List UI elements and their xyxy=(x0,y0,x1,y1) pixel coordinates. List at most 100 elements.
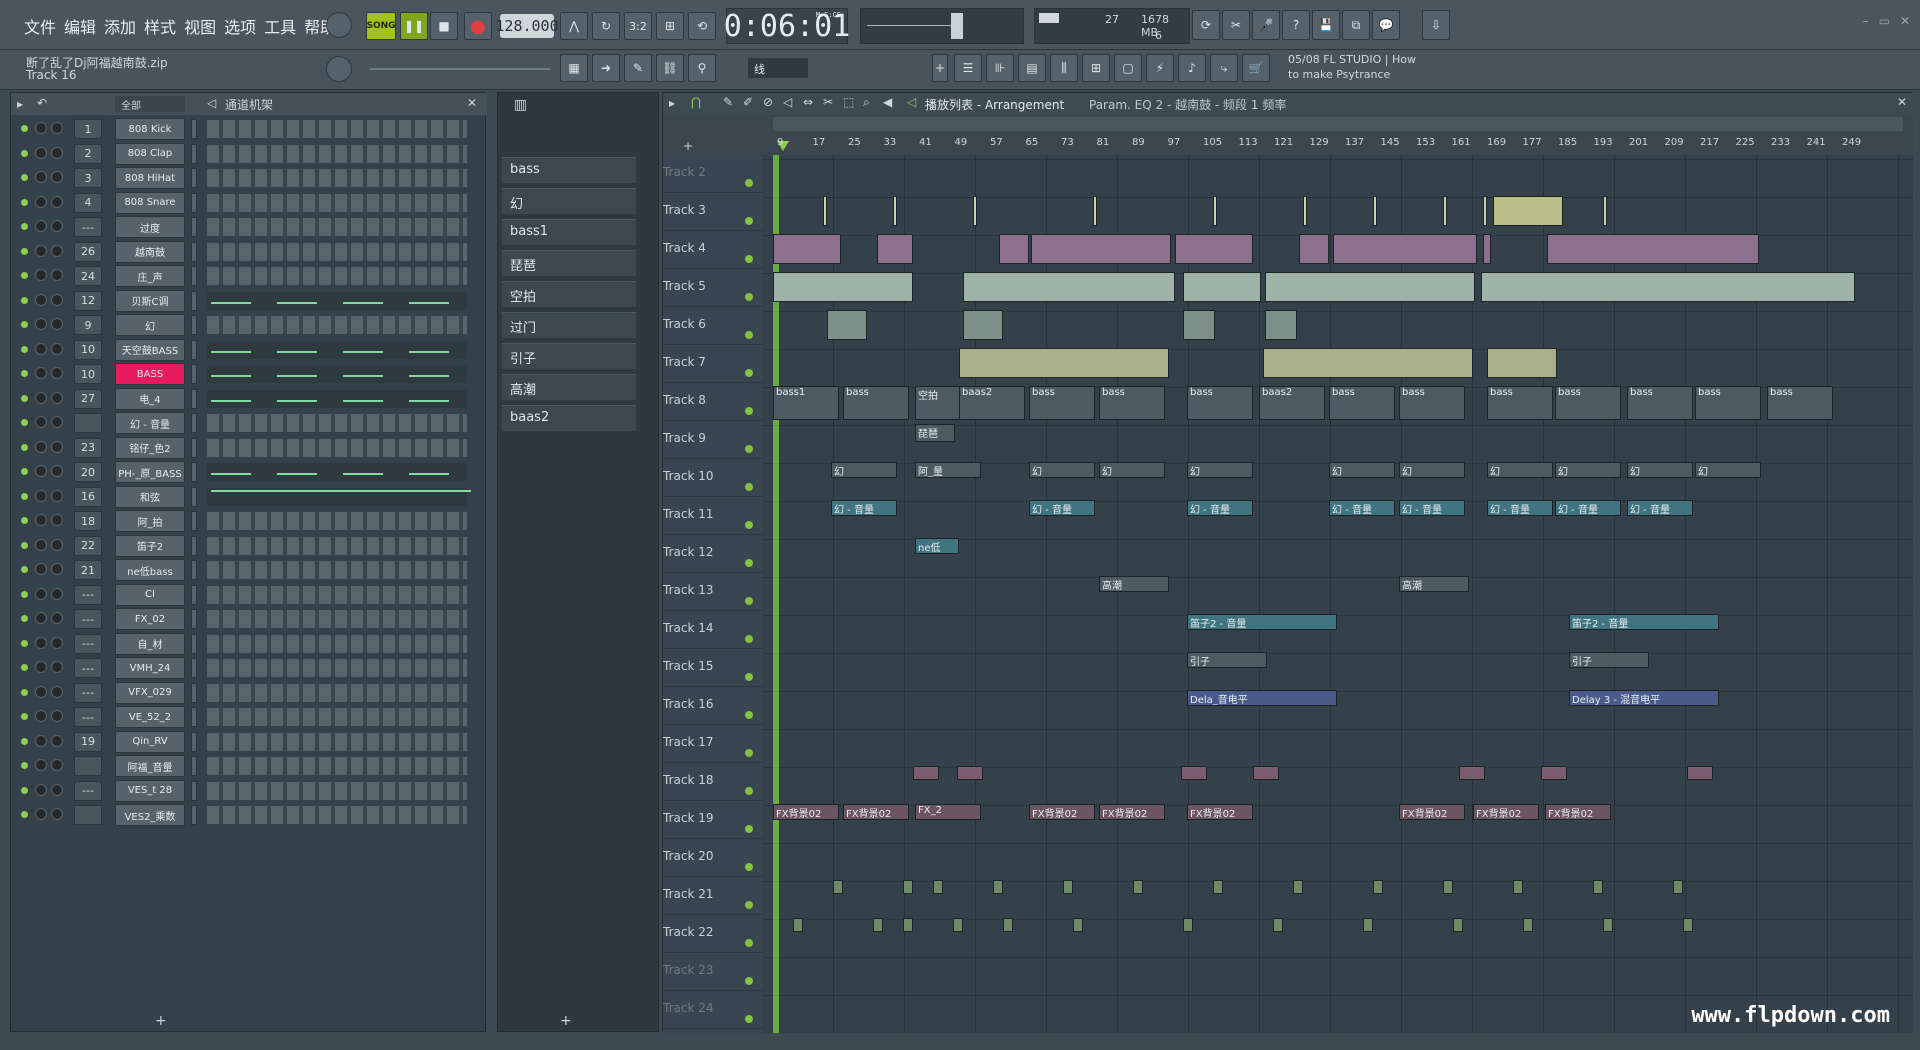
pencil-icon[interactable]: ✎ xyxy=(624,54,652,82)
channel-step-sequencer[interactable] xyxy=(207,585,467,604)
playlist-clip[interactable]: ne低 xyxy=(915,538,959,554)
channel-mute-led[interactable] xyxy=(21,468,28,475)
channel-volume-knob[interactable] xyxy=(51,636,63,649)
track-header[interactable]: Track 11 xyxy=(663,497,763,535)
stop-icon[interactable]: ■ xyxy=(430,12,458,40)
playlist-clip[interactable]: bass xyxy=(1029,386,1095,420)
step-edit-icon[interactable]: ⊞ xyxy=(656,12,684,40)
pattern-item[interactable]: 空拍 xyxy=(502,281,636,307)
playlist-clip[interactable]: bass xyxy=(1767,386,1833,420)
track-enable-led[interactable] xyxy=(745,977,753,985)
channel-volume-knob[interactable] xyxy=(51,661,63,673)
channel-row[interactable]: --- 自_材 xyxy=(11,632,481,656)
channel-volume-knob[interactable] xyxy=(51,808,63,820)
playlist-clip[interactable]: 幻 xyxy=(1487,462,1553,478)
track-header[interactable]: Track 5 xyxy=(663,269,763,307)
playlist-clip[interactable] xyxy=(1333,234,1477,264)
channel-pan-knob[interactable] xyxy=(35,783,47,796)
track-header[interactable]: Track 9 xyxy=(663,421,763,459)
channel-row[interactable]: 23 铭仔_色2 xyxy=(11,436,481,460)
menu-edit[interactable]: 编辑 xyxy=(64,14,96,38)
playlist-clip[interactable]: FX背景02 xyxy=(1187,804,1253,820)
channel-step-sequencer[interactable] xyxy=(207,683,467,702)
channel-volume-knob[interactable] xyxy=(51,293,63,306)
channel-volume-knob[interactable] xyxy=(51,244,63,257)
playlist-clip[interactable]: bass xyxy=(1555,386,1621,420)
playlist-clip[interactable] xyxy=(1459,766,1485,780)
channel-row[interactable]: 18 阿_拍 xyxy=(11,509,481,533)
plugin-picker-icon[interactable]: ▢ xyxy=(1114,54,1142,82)
playlist-clip[interactable] xyxy=(893,196,897,226)
channel-row[interactable]: --- VMH_24 xyxy=(11,656,481,680)
playlist-clip[interactable]: FX_2 xyxy=(915,804,981,820)
playlist-clip[interactable] xyxy=(1181,766,1207,780)
channel-volume-knob[interactable] xyxy=(51,538,63,551)
playlist-clip[interactable] xyxy=(1453,918,1463,932)
channel-select[interactable] xyxy=(191,584,197,605)
playlist-clip[interactable] xyxy=(1443,880,1453,894)
playlist-clip[interactable] xyxy=(1373,880,1383,894)
minimize-icon[interactable]: – xyxy=(1863,14,1869,28)
playlist-clip[interactable]: 幻 - 音量 xyxy=(1029,500,1095,516)
playlist-clip[interactable] xyxy=(1547,234,1759,264)
channel-name-button[interactable]: 电_4 xyxy=(115,387,185,410)
channel-mute-led[interactable] xyxy=(21,517,28,524)
channel-select[interactable] xyxy=(191,119,197,139)
track-header[interactable]: Track 18 xyxy=(663,763,763,801)
channel-volume-knob[interactable] xyxy=(51,710,63,722)
channel-name-button[interactable]: VMH_24 xyxy=(115,657,185,679)
channel-name-button[interactable]: ne低bass xyxy=(115,559,185,581)
channel-pan-knob[interactable] xyxy=(35,734,47,747)
playlist-clip[interactable]: 幻 xyxy=(1695,462,1761,478)
channel-mixer-track[interactable]: --- xyxy=(74,609,102,629)
menu-view[interactable]: 视图 xyxy=(184,14,216,38)
mute-tool-icon[interactable]: ◁ xyxy=(783,95,792,109)
channel-pan-knob[interactable] xyxy=(35,563,47,575)
playlist-clip[interactable] xyxy=(999,234,1029,264)
playlist-icon[interactable]: ☰ xyxy=(954,54,982,82)
delete-tool-icon[interactable]: ⊘ xyxy=(763,95,773,109)
playlist-clip[interactable] xyxy=(1363,918,1373,932)
mixer-view-icon[interactable]: ⫼ xyxy=(1050,54,1078,82)
playlist-clip[interactable] xyxy=(1483,234,1491,264)
playlist-clip[interactable]: FX背景02 xyxy=(1399,804,1465,820)
playlist-clip[interactable] xyxy=(1213,196,1217,226)
channel-mixer-track[interactable]: 3 xyxy=(74,168,102,188)
channel-step-sequencer[interactable] xyxy=(207,781,467,800)
channel-name-button[interactable]: 自_材 xyxy=(115,632,185,655)
playlist-clip[interactable]: baas2 xyxy=(1259,386,1325,420)
channel-name-button[interactable]: 808 Kick xyxy=(115,118,185,140)
channel-row[interactable]: 4 808 Snare xyxy=(11,191,481,215)
playlist-clip[interactable]: 高潮 xyxy=(1399,576,1469,592)
channel-select[interactable] xyxy=(191,462,197,482)
channel-row[interactable]: 9幻 xyxy=(11,313,481,337)
channel-row[interactable]: 3 808 HiHat xyxy=(11,166,481,190)
channel-mixer-track[interactable]: --- xyxy=(74,780,102,801)
track-header[interactable]: Track 22 xyxy=(663,915,763,953)
playlist-clip[interactable] xyxy=(1293,880,1303,894)
channel-row[interactable]: 12 贝斯C调 xyxy=(11,289,481,313)
channel-volume-knob[interactable] xyxy=(51,367,63,379)
channel-row[interactable]: 24 庄_声 xyxy=(11,264,481,288)
piano-roll-view-icon[interactable]: ⊪ xyxy=(986,54,1014,82)
track-header[interactable]: Track 15 xyxy=(663,649,763,687)
channel-mute-led[interactable] xyxy=(21,443,28,451)
track-header[interactable]: Track 20 xyxy=(663,839,763,877)
channel-step-sequencer[interactable] xyxy=(207,757,467,775)
channel-select[interactable] xyxy=(191,266,197,286)
channel-name-button[interactable]: FX_02 xyxy=(115,608,185,630)
channel-select[interactable] xyxy=(191,364,197,384)
maximize-icon[interactable]: ▭ xyxy=(1879,14,1890,28)
channel-pan-knob[interactable] xyxy=(35,195,47,208)
playlist-clip[interactable]: bass xyxy=(843,386,909,420)
channel-row[interactable]: 1 808 Kick xyxy=(11,117,481,141)
channel-volume-knob[interactable] xyxy=(51,416,63,428)
channel-name-button[interactable]: 幻 xyxy=(115,314,185,336)
playlist-clip[interactable]: 幻 xyxy=(1627,462,1693,478)
playlist-clip[interactable] xyxy=(1687,766,1713,780)
channel-volume-knob[interactable] xyxy=(51,783,63,796)
playlist-clip[interactable]: FX背景02 xyxy=(1545,804,1611,820)
channel-select[interactable] xyxy=(191,756,197,776)
channel-name-button[interactable]: Qin_RV xyxy=(115,730,185,753)
playlist-clip[interactable] xyxy=(963,272,1175,302)
